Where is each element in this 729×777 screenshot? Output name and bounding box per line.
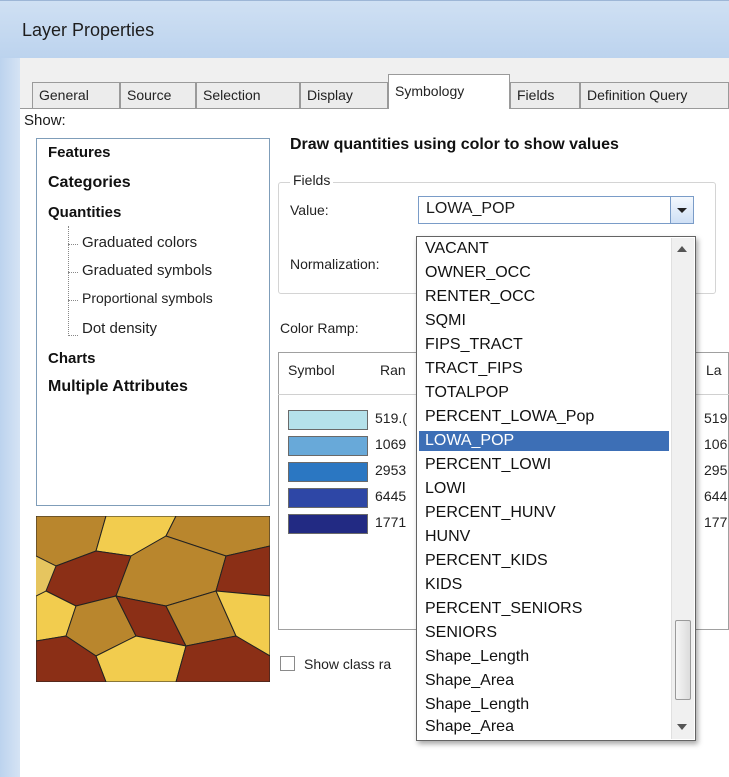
- dropdown-option[interactable]: SENIORS: [425, 623, 665, 643]
- class-label[interactable]: 106: [704, 436, 727, 452]
- value-dropdown-button[interactable]: [670, 197, 693, 223]
- preview-map-image: [36, 516, 270, 682]
- class-label[interactable]: 295: [704, 462, 727, 478]
- class-label[interactable]: 644: [704, 488, 727, 504]
- show-graduated-symbols[interactable]: Graduated symbols: [82, 262, 212, 279]
- tab-source[interactable]: Source: [120, 82, 196, 108]
- window-frame: [0, 58, 20, 777]
- tab-display[interactable]: Display: [300, 82, 388, 108]
- tree-connector: [68, 335, 78, 336]
- dropdown-option[interactable]: HUNV: [425, 527, 665, 547]
- value-label: Value:: [290, 202, 329, 218]
- show-graduated-colors[interactable]: Graduated colors: [82, 234, 197, 251]
- dropdown-option[interactable]: Shape_Length: [425, 695, 665, 715]
- class-label[interactable]: 177: [704, 514, 727, 530]
- show-dot-density[interactable]: Dot density: [82, 320, 157, 337]
- dropdown-option[interactable]: PERCENT_SENIORS: [425, 599, 665, 619]
- dropdown-option[interactable]: VACANT: [425, 239, 665, 259]
- show-quantities[interactable]: Quantities: [48, 204, 121, 221]
- dropdown-option[interactable]: TOTALPOP: [425, 383, 665, 403]
- tree-connector: [68, 272, 78, 273]
- value-selected-text: LOWA_POP: [426, 200, 516, 217]
- show-class-ranges-label: Show class ra: [304, 656, 392, 672]
- tree-connector: [68, 300, 78, 301]
- fields-legend: Fields: [290, 172, 334, 188]
- dropdown-option[interactable]: Shape_Length: [425, 647, 665, 667]
- dropdown-option[interactable]: SQMI: [425, 311, 665, 331]
- show-categories[interactable]: Categories: [48, 174, 131, 192]
- dropdown-scrollbar[interactable]: [671, 238, 694, 739]
- symbol-column-header[interactable]: Symbol: [288, 362, 335, 378]
- dropdown-option[interactable]: Shape_Area: [425, 717, 665, 737]
- africa-map-preview: [36, 516, 270, 682]
- dropdown-option[interactable]: PERCENT_KIDS: [425, 551, 665, 571]
- dropdown-option[interactable]: LOWI: [425, 479, 665, 499]
- dropdown-option-selected[interactable]: LOWA_POP: [419, 431, 669, 451]
- tab-general[interactable]: General: [32, 82, 120, 108]
- show-proportional-symbols[interactable]: Proportional symbols: [82, 290, 213, 306]
- dropdown-option[interactable]: PERCENT_HUNV: [425, 503, 665, 523]
- dropdown-option[interactable]: PERCENT_LOWA_Pop: [425, 407, 665, 427]
- tree-connector: [68, 226, 69, 336]
- label-column-header[interactable]: La: [706, 362, 722, 378]
- class-range[interactable]: 519.(: [375, 410, 407, 426]
- tree-connector: [68, 244, 78, 245]
- color-ramp-label: Color Ramp:: [280, 320, 359, 336]
- scrollbar-thumb[interactable]: [675, 620, 691, 700]
- class-symbol-swatch[interactable]: [288, 514, 368, 534]
- scroll-up-arrow-icon[interactable]: [677, 246, 687, 252]
- dropdown-option[interactable]: TRACT_FIPS: [425, 359, 665, 379]
- scroll-down-arrow-icon[interactable]: [677, 724, 687, 730]
- dropdown-option[interactable]: PERCENT_LOWI: [425, 455, 665, 475]
- dropdown-option[interactable]: Shape_Area: [425, 671, 665, 691]
- chevron-down-icon: [677, 208, 687, 213]
- dropdown-option[interactable]: OWNER_OCC: [425, 263, 665, 283]
- class-range[interactable]: 2953: [375, 462, 406, 478]
- class-range[interactable]: 1069: [375, 436, 406, 452]
- class-symbol-swatch[interactable]: [288, 410, 368, 430]
- show-multiple-attributes[interactable]: Multiple Attributes: [48, 378, 188, 396]
- class-symbol-swatch[interactable]: [288, 488, 368, 508]
- tab-symbology[interactable]: Symbology: [388, 74, 510, 109]
- show-class-ranges-checkbox[interactable]: [280, 656, 295, 671]
- tab-selection[interactable]: Selection: [196, 82, 300, 108]
- dropdown-option[interactable]: KIDS: [425, 575, 665, 595]
- class-symbol-swatch[interactable]: [288, 436, 368, 456]
- window-title: Layer Properties: [22, 20, 155, 40]
- show-features[interactable]: Features: [48, 144, 111, 161]
- dropdown-option[interactable]: FIPS_TRACT: [425, 335, 665, 355]
- renderer-heading: Draw quantities using color to show valu…: [290, 136, 619, 153]
- class-label[interactable]: 519: [704, 410, 727, 426]
- show-label: Show:: [24, 112, 66, 129]
- value-field-dropdown-list[interactable]: VACANT OWNER_OCC RENTER_OCC SQMI FIPS_TR…: [416, 236, 696, 741]
- tab-fields[interactable]: Fields: [510, 82, 580, 108]
- normalization-label: Normalization:: [290, 256, 380, 272]
- class-range[interactable]: 1771: [375, 514, 406, 530]
- range-column-header[interactable]: Ran: [380, 362, 406, 378]
- show-charts[interactable]: Charts: [48, 350, 96, 367]
- class-range[interactable]: 6445: [375, 488, 406, 504]
- dropdown-option[interactable]: RENTER_OCC: [425, 287, 665, 307]
- tab-definition-query[interactable]: Definition Query: [580, 82, 729, 108]
- class-symbol-swatch[interactable]: [288, 462, 368, 482]
